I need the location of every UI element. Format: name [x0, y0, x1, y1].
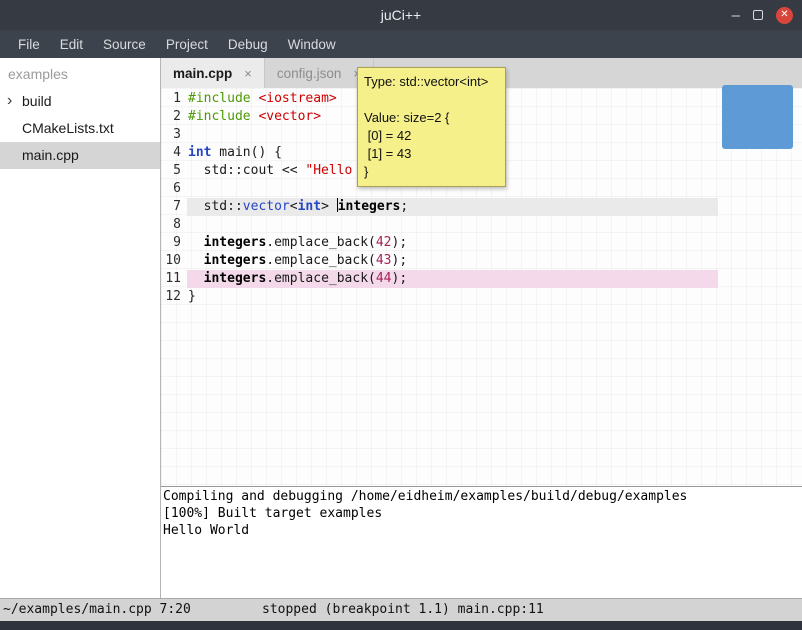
menubar: FileEditSourceProjectDebugWindow — [0, 30, 802, 58]
code-token: ); — [392, 235, 408, 250]
line-content: } — [187, 288, 718, 306]
tree-item-label: main.cpp — [22, 147, 79, 163]
line-number: 10 — [161, 252, 187, 270]
sidebar: examples › build CMakeLists.txt main.cpp — [0, 58, 161, 598]
code-token: integers — [204, 271, 267, 286]
line-number: 11 — [161, 270, 187, 288]
menu-item-project[interactable]: Project — [156, 37, 218, 52]
menu-item-source[interactable]: Source — [93, 37, 156, 52]
status-debug-state: stopped (breakpoint 1.1) main.cpp:11 — [262, 599, 544, 620]
line-number: 8 — [161, 216, 187, 234]
code-token — [188, 253, 204, 268]
code-token: .emplace_back( — [266, 235, 376, 250]
code-token: 43 — [376, 253, 392, 268]
line-content: integers.emplace_back(42); — [187, 234, 718, 252]
code-token: 44 — [376, 271, 392, 286]
code-line-10[interactable]: 10 integers.emplace_back(43); — [161, 252, 802, 270]
code-token: vector — [243, 199, 290, 214]
code-token: std::cout << — [188, 163, 305, 178]
line-number: 7 — [161, 198, 187, 216]
line-number: 6 — [161, 180, 187, 198]
code-token: ); — [392, 271, 408, 286]
tooltip-line: [0] = 42 — [364, 127, 499, 145]
code-token — [188, 271, 204, 286]
line-content: std::vector<int> integers; — [187, 198, 718, 216]
project-name: examples — [0, 58, 160, 88]
code-token: 42 — [376, 235, 392, 250]
tree-item-label: build — [22, 93, 52, 109]
line-content — [187, 216, 718, 234]
tab-close-icon[interactable]: × — [244, 66, 252, 81]
line-number: 9 — [161, 234, 187, 252]
expander-icon[interactable]: › — [7, 87, 12, 114]
terminal-line: Hello World — [163, 522, 802, 539]
code-token: int — [298, 199, 321, 214]
code-token: ); — [392, 253, 408, 268]
statusbar: ~/examples/main.cpp 7:20 stopped (breakp… — [0, 598, 802, 621]
tooltip-line: Value: size=2 { — [364, 109, 499, 127]
code-token: integers — [204, 235, 267, 250]
scrollbar-overview-thumb[interactable] — [722, 85, 793, 149]
debug-tooltip: Type: std::vector<int> Value: size=2 { [… — [357, 67, 506, 187]
menu-item-edit[interactable]: Edit — [50, 37, 93, 52]
line-number: 4 — [161, 144, 187, 162]
code-token: .emplace_back( — [266, 271, 376, 286]
code-token: #include — [188, 91, 251, 106]
code-token — [188, 235, 204, 250]
minimize-icon[interactable]: – — [732, 8, 740, 23]
titlebar[interactable]: juCi++ – ✕ — [0, 0, 802, 30]
code-token: main() { — [211, 145, 281, 160]
line-content: integers.emplace_back(43); — [187, 252, 718, 270]
window-controls: – ✕ — [732, 0, 793, 30]
code-token: .emplace_back( — [266, 253, 376, 268]
tab-label: config.json — [277, 66, 342, 81]
code-line-8[interactable]: 8 — [161, 216, 802, 234]
tooltip-line: [1] = 43 — [364, 145, 499, 163]
tree-item-main-cpp[interactable]: main.cpp — [0, 142, 160, 169]
line-content: integers.emplace_back(44); — [187, 270, 718, 288]
code-token: < — [290, 199, 298, 214]
line-number: 1 — [161, 90, 187, 108]
code-token: integers — [338, 199, 401, 214]
code-token: ; — [400, 199, 408, 214]
bottom-strip — [0, 621, 802, 630]
restore-icon[interactable] — [753, 10, 763, 20]
code-line-7[interactable]: 7 std::vector<int> integers; — [161, 198, 802, 216]
tree-item-label: CMakeLists.txt — [22, 120, 114, 136]
code-line-9[interactable]: 9 integers.emplace_back(42); — [161, 234, 802, 252]
close-icon[interactable]: ✕ — [776, 7, 793, 24]
menu-item-window[interactable]: Window — [278, 37, 346, 52]
terminal-output[interactable]: Compiling and debugging /home/eidheim/ex… — [161, 486, 802, 598]
terminal-line: [100%] Built target examples — [163, 505, 802, 522]
tree-item-cmakelists-txt[interactable]: CMakeLists.txt — [0, 115, 160, 142]
menu-item-debug[interactable]: Debug — [218, 37, 278, 52]
code-line-11[interactable]: 11 integers.emplace_back(44); — [161, 270, 802, 288]
status-file-location: ~/examples/main.cpp 7:20 — [3, 599, 191, 620]
code-token: <vector> — [258, 109, 321, 124]
code-token: #include — [188, 109, 251, 124]
line-number: 2 — [161, 108, 187, 126]
tab-main-cpp[interactable]: main.cpp × — [161, 58, 265, 88]
code-token: integers — [204, 253, 267, 268]
tooltip-line: } — [364, 163, 499, 181]
line-number: 5 — [161, 162, 187, 180]
line-number: 12 — [161, 288, 187, 306]
window-title: juCi++ — [381, 7, 421, 23]
tooltip-line — [364, 91, 499, 109]
tab-label: main.cpp — [173, 66, 232, 81]
code-line-12[interactable]: 12} — [161, 288, 802, 306]
code-token: <iostream> — [258, 91, 336, 106]
line-number: 3 — [161, 126, 187, 144]
code-token: > — [321, 199, 337, 214]
code-token: int — [188, 145, 211, 160]
file-tree: › build CMakeLists.txt main.cpp — [0, 88, 160, 169]
terminal-line: Compiling and debugging /home/eidheim/ex… — [163, 488, 802, 505]
menu-item-file[interactable]: File — [8, 37, 50, 52]
tooltip-line: Type: std::vector<int> — [364, 73, 499, 91]
code-token: std:: — [188, 199, 243, 214]
tree-item-build[interactable]: › build — [0, 88, 160, 115]
code-token: } — [188, 289, 196, 304]
